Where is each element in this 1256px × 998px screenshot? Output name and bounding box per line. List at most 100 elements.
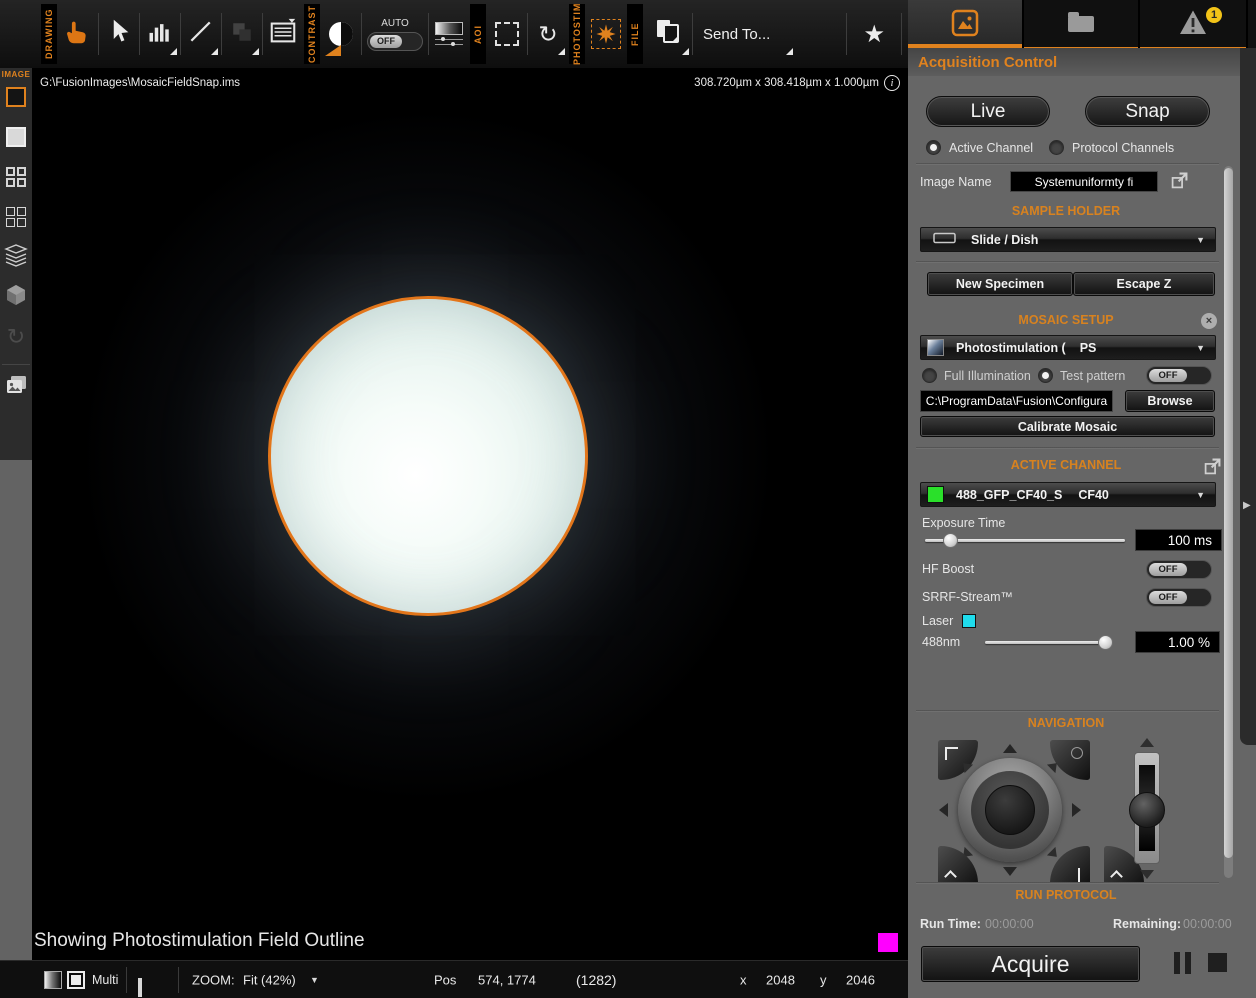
sample-holder-dropdown[interactable]: Slide / Dish ▼	[920, 227, 1216, 252]
pause-button[interactable]	[1172, 952, 1194, 974]
square-icon	[6, 127, 26, 147]
browse-button[interactable]: Browse	[1125, 390, 1215, 412]
volume-3d-view-button[interactable]	[5, 286, 27, 308]
live-button[interactable]: Live	[926, 96, 1050, 127]
channel-name: 488_GFP_CF40_S	[956, 488, 1062, 502]
full-illumination-radio[interactable]	[922, 368, 937, 383]
target-icon	[1071, 747, 1083, 759]
tab-acquisition[interactable]	[908, 0, 1024, 48]
sample-holder-value: Slide / Dish	[971, 233, 1038, 247]
active-channel-external-icon[interactable]	[1203, 457, 1222, 476]
nav-down-arrow-icon[interactable]	[1003, 867, 1017, 876]
zoom-label: ZOOM:	[192, 972, 235, 987]
image-viewport[interactable]: G:\FusionImages\MosaicFieldSnap.ims 308.…	[32, 68, 908, 960]
protocol-channels-radio[interactable]	[1049, 140, 1064, 155]
mosaic-pattern-dropdown[interactable]: Photostimulation ( PS ▼	[920, 335, 1216, 360]
panel-scrollbar-thumb[interactable]	[1224, 168, 1233, 858]
image-name-external-icon[interactable]	[1170, 171, 1189, 190]
favorites-star-button[interactable]: ★	[847, 20, 901, 49]
line-profile-tool-button[interactable]	[181, 8, 221, 60]
auto-contrast-toggle[interactable]: OFF	[367, 32, 423, 51]
new-specimen-button[interactable]: New Specimen	[927, 272, 1073, 296]
panel-scrollbar[interactable]	[1224, 166, 1233, 878]
exposure-time-label: Exposure Time	[922, 516, 1005, 530]
pattern-thumbnail-icon	[927, 339, 944, 356]
nav-left-arrow-icon[interactable]	[939, 803, 948, 817]
test-pattern-radio[interactable]	[1038, 368, 1053, 383]
aoi-group-label: AOI	[470, 4, 486, 64]
acquire-button[interactable]: Acquire	[921, 946, 1140, 982]
viewer-status-bar: Multi ZOOM: Fit (42%) ▼ Pos 574, 1774 (1…	[0, 960, 908, 998]
y-value: 2046	[846, 972, 875, 987]
aoi-rotate-button[interactable]: ↻	[528, 8, 568, 60]
laser-power-slider-track[interactable]	[985, 641, 1111, 644]
image-name-input[interactable]: Systemuniformty fi	[1010, 171, 1158, 192]
stop-button[interactable]	[1208, 953, 1227, 972]
photostim-field-button[interactable]	[586, 8, 626, 60]
shapes-tool-button[interactable]	[222, 8, 262, 60]
submenu-corner-icon	[170, 48, 177, 55]
aoi-select-button[interactable]	[487, 8, 527, 60]
info-icon[interactable]: i	[884, 75, 900, 91]
zoom-value[interactable]: Fit (42%)	[243, 972, 296, 987]
expand-panel-arrow-icon[interactable]: ▶	[1243, 500, 1251, 511]
single-view-active-button[interactable]	[5, 86, 27, 108]
image-tab-icon	[951, 9, 979, 40]
x-label: x	[740, 972, 747, 987]
channel-dropdown[interactable]: 488_GFP_CF40_S CF40 ▼	[920, 482, 1216, 507]
drawing-group-label: DRAWING	[41, 4, 57, 64]
active-square-icon	[6, 87, 26, 107]
escape-z-button[interactable]: Escape Z	[1073, 272, 1215, 296]
mosaic-close-icon[interactable]: ×	[1201, 313, 1217, 329]
laser-power-slider-thumb[interactable]	[1098, 635, 1113, 650]
joystick-knob[interactable]	[985, 785, 1035, 835]
nav-right-arrow-icon[interactable]	[1072, 803, 1081, 817]
hf-boost-toggle[interactable]: OFF	[1146, 560, 1212, 579]
single-view-button[interactable]	[5, 126, 27, 148]
multi-label[interactable]: Multi	[92, 973, 118, 987]
nav-corner-top-right-button[interactable]	[1050, 740, 1090, 780]
chevron-up-icon	[1110, 870, 1123, 882]
z-slider-knob[interactable]	[1129, 792, 1165, 828]
mosaic-config-path-input[interactable]: C:\ProgramData\Fusion\Configura	[920, 390, 1113, 412]
pointer-hand-tool-button[interactable]	[58, 8, 98, 60]
annotation-list-tool-button[interactable]	[263, 8, 303, 60]
z-stack-view-button[interactable]	[5, 246, 27, 268]
display-settings-button[interactable]	[429, 8, 469, 60]
copy-to-clipboard-button[interactable]	[644, 8, 692, 60]
grid-view-button[interactable]	[5, 166, 27, 188]
nav-corner-bottom-left-button[interactable]	[938, 846, 978, 882]
tab-alerts[interactable]: 1	[1140, 0, 1248, 48]
contrast-group-label: CONTRAST	[304, 4, 320, 64]
contrast-tool-button[interactable]	[321, 8, 361, 60]
solid-display-icon[interactable]	[67, 971, 85, 989]
collapsed-side-panel[interactable]: ▶	[1240, 48, 1256, 745]
multi-grid-view-button[interactable]	[5, 206, 27, 228]
z-up-arrow-icon[interactable]	[1140, 738, 1154, 747]
cursor-arrow-icon	[105, 18, 133, 51]
srrf-stream-toggle[interactable]: OFF	[1146, 588, 1212, 607]
exposure-value-box[interactable]: 100 ms	[1135, 529, 1222, 551]
rotate-dim-icon: ↻	[7, 324, 25, 350]
send-to-button[interactable]: Send To...	[693, 8, 796, 60]
select-arrow-tool-button[interactable]	[99, 8, 139, 60]
mosaic-pattern-tag: PS	[1080, 341, 1097, 355]
histogram-tool-button[interactable]	[140, 8, 180, 60]
active-channel-radio[interactable]	[926, 140, 941, 155]
tab-files[interactable]	[1024, 0, 1140, 48]
test-pattern-toggle[interactable]: OFF	[1146, 366, 1212, 385]
exposure-slider-thumb[interactable]	[943, 533, 958, 548]
xy-joystick[interactable]	[958, 758, 1062, 862]
snap-button[interactable]: Snap	[1085, 96, 1210, 127]
image-canvas[interactable]: Showing Photostimulation Field Outline	[32, 97, 908, 960]
rotate-view-button[interactable]: ↻	[5, 326, 27, 348]
image-dimensions: 308.720µm x 308.418µm x 1.000µm	[694, 77, 879, 89]
calibrate-mosaic-button[interactable]: Calibrate Mosaic	[920, 416, 1215, 437]
ruler-scale-button[interactable]	[138, 978, 142, 997]
zoom-caret-icon[interactable]: ▼	[310, 975, 319, 985]
gallery-view-button[interactable]	[5, 376, 27, 398]
gradient-display-icon[interactable]	[44, 971, 62, 989]
laser-power-value-box[interactable]: 1.00 %	[1135, 631, 1220, 653]
z-down-arrow-icon[interactable]	[1140, 870, 1154, 879]
nav-up-arrow-icon[interactable]	[1003, 744, 1017, 753]
